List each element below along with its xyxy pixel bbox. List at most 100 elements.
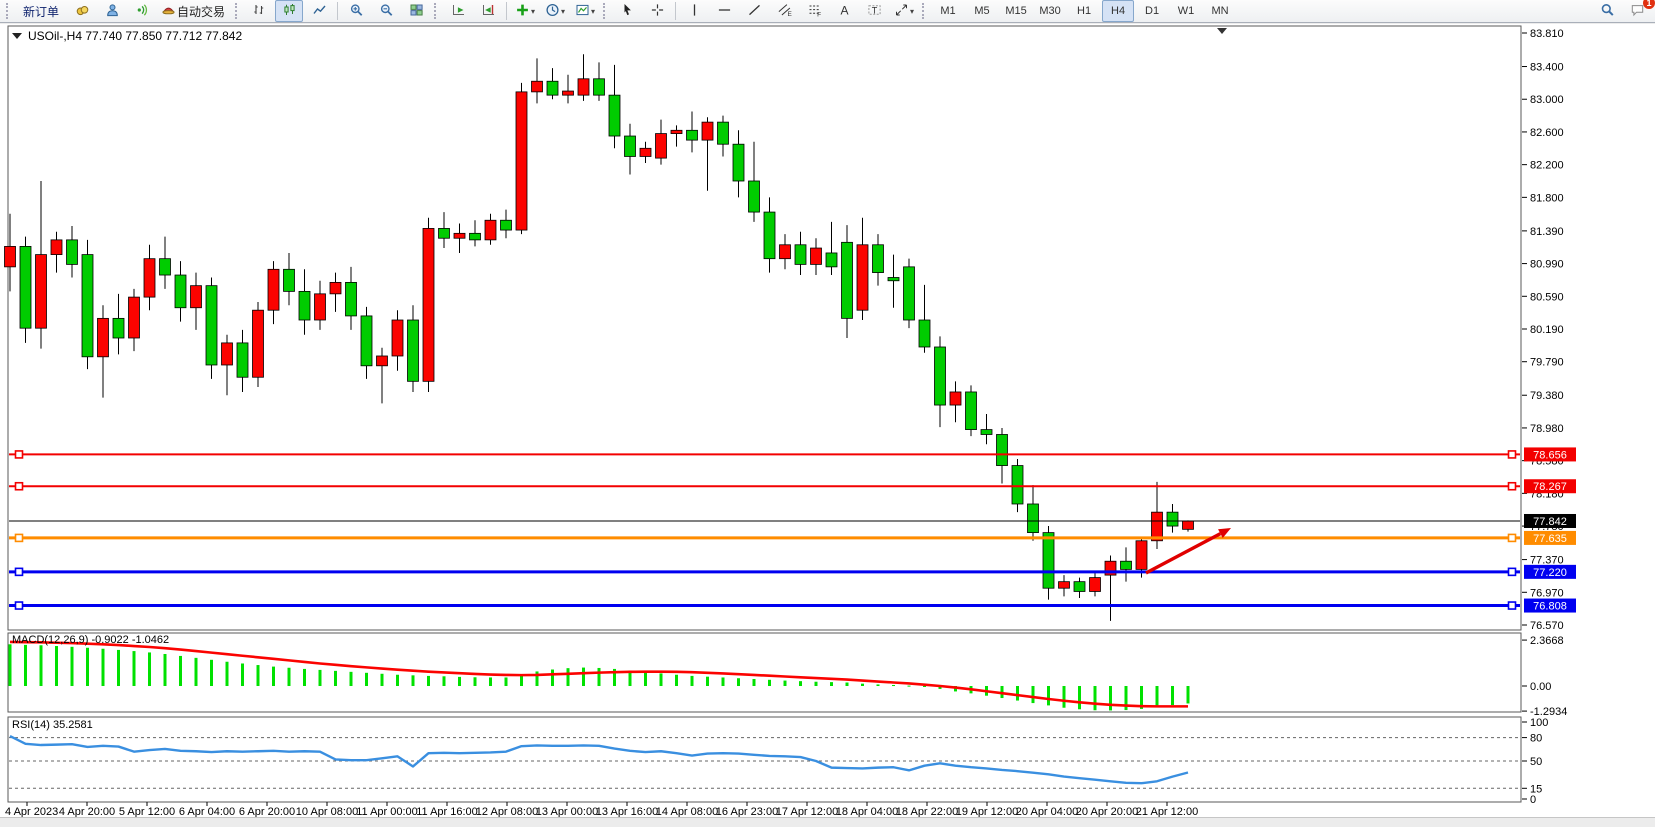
candle [780,245,791,259]
macd-histogram-bar [846,683,849,686]
signals-icon[interactable] [128,0,156,22]
candle [811,248,822,264]
timeframe-m1[interactable]: M1 [932,0,964,22]
zoom-out-icon[interactable] [372,0,400,22]
line-handle[interactable] [1509,602,1516,609]
line-handle[interactable] [1509,568,1516,575]
zoom-in-icon [349,3,364,20]
timeframe-h4[interactable]: H4 [1102,0,1134,22]
macd-histogram-bar [1156,686,1159,707]
dropdown-caret-icon[interactable]: ▾ [910,7,914,16]
macd-histogram-bar [164,654,167,686]
line-chart-icon[interactable] [305,0,333,22]
toolbar-grip[interactable] [235,3,241,19]
macd-pane[interactable] [8,633,1521,712]
timeframe-mn[interactable]: MN [1204,0,1236,22]
macd-histogram-bar [412,675,415,686]
price-tick-label: 80.190 [1530,324,1564,336]
periods-icon [545,3,560,20]
crosshair-icon[interactable] [643,0,671,22]
autotrading-button[interactable]: 自动交易 [158,0,231,22]
fibonacci-icon: F [807,3,822,20]
trendline-icon[interactable] [740,0,768,22]
new-order-button[interactable]: 新订单 [16,0,66,22]
timeframe-m5[interactable]: M5 [966,0,998,22]
label-icon: T [867,3,882,20]
candle [640,148,651,156]
line-handle[interactable] [16,602,23,609]
timeframe-h1[interactable]: H1 [1068,0,1100,22]
chart-canvas[interactable]: 83.81083.40083.00082.60082.20081.80081.3… [0,24,1655,818]
toolbar-grip[interactable] [603,3,609,19]
zoom-in-icon[interactable] [342,0,370,22]
macd-histogram-bar [489,677,492,686]
macd-histogram-bar [675,675,678,686]
periods-icon[interactable]: ▾ [541,0,569,22]
line-handle[interactable] [16,568,23,575]
macd-histogram-bar [55,646,58,686]
candle [702,122,713,140]
user-icon[interactable] [98,0,126,22]
candle [501,220,512,230]
timeframe-w1[interactable]: W1 [1170,0,1202,22]
line-handle[interactable] [1509,534,1516,541]
candle-chart-icon[interactable] [275,0,303,22]
candle [299,291,310,320]
price-tick-label: 82.200 [1530,160,1564,172]
cursor-icon[interactable] [613,0,641,22]
tile-windows-icon[interactable] [402,0,430,22]
text-icon[interactable]: A [830,0,858,22]
bar-chart-icon [252,3,267,20]
macd-histogram-bar [892,685,895,686]
coin-icon[interactable] [68,0,96,22]
price-tick-label: 77.370 [1530,555,1564,567]
macd-histogram-bar [9,644,12,686]
macd-histogram-bar [815,682,818,686]
candle [656,134,667,159]
candle [516,92,527,230]
candle [547,81,558,95]
timeframe-m15[interactable]: M15 [1000,0,1032,22]
vline-icon[interactable] [680,0,708,22]
candle [253,310,264,377]
macd-histogram-bar [505,677,508,686]
candle [423,228,434,381]
line-handle[interactable] [1509,483,1516,490]
macd-histogram-bar [303,669,306,686]
line-handle[interactable] [16,534,23,541]
macd-histogram-bar [102,649,105,686]
dropdown-caret-icon[interactable]: ▾ [561,7,565,16]
candle [919,320,930,347]
timeframe-d1[interactable]: D1 [1136,0,1168,22]
line-handle[interactable] [16,451,23,458]
chart-shift-icon[interactable] [474,0,502,22]
macd-histogram-bar [179,656,182,686]
svg-text:A: A [840,3,848,17]
bar-chart-icon[interactable] [245,0,273,22]
fibonacci-icon[interactable]: F [800,0,828,22]
macd-histogram-bar [1032,686,1035,703]
indicators-icon[interactable]: ▾ [511,0,539,22]
chat-icon[interactable]: 1 [1623,0,1651,22]
dropdown-caret-icon[interactable]: ▾ [591,7,595,16]
toolbar-grip[interactable] [434,3,440,19]
timeframe-m30[interactable]: M30 [1034,0,1066,22]
line-handle[interactable] [16,483,23,490]
candle [671,130,682,133]
toolbar-grip[interactable] [922,3,928,19]
templates-icon[interactable]: ▾ [571,0,599,22]
autoscroll-icon[interactable] [444,0,472,22]
macd-histogram-bar [691,676,694,686]
shapes-icon[interactable]: ▾ [890,0,918,22]
rsi-pane[interactable] [8,717,1521,802]
search-icon[interactable] [1593,0,1621,22]
dropdown-caret-icon[interactable]: ▾ [531,7,535,16]
candle [578,79,589,95]
candle [191,286,202,308]
channel-icon[interactable]: E [770,0,798,22]
line-handle[interactable] [1509,451,1516,458]
candle [392,320,403,356]
hline-icon[interactable] [710,0,738,22]
toolbar-grip[interactable] [6,3,12,19]
label-icon[interactable]: T [860,0,888,22]
